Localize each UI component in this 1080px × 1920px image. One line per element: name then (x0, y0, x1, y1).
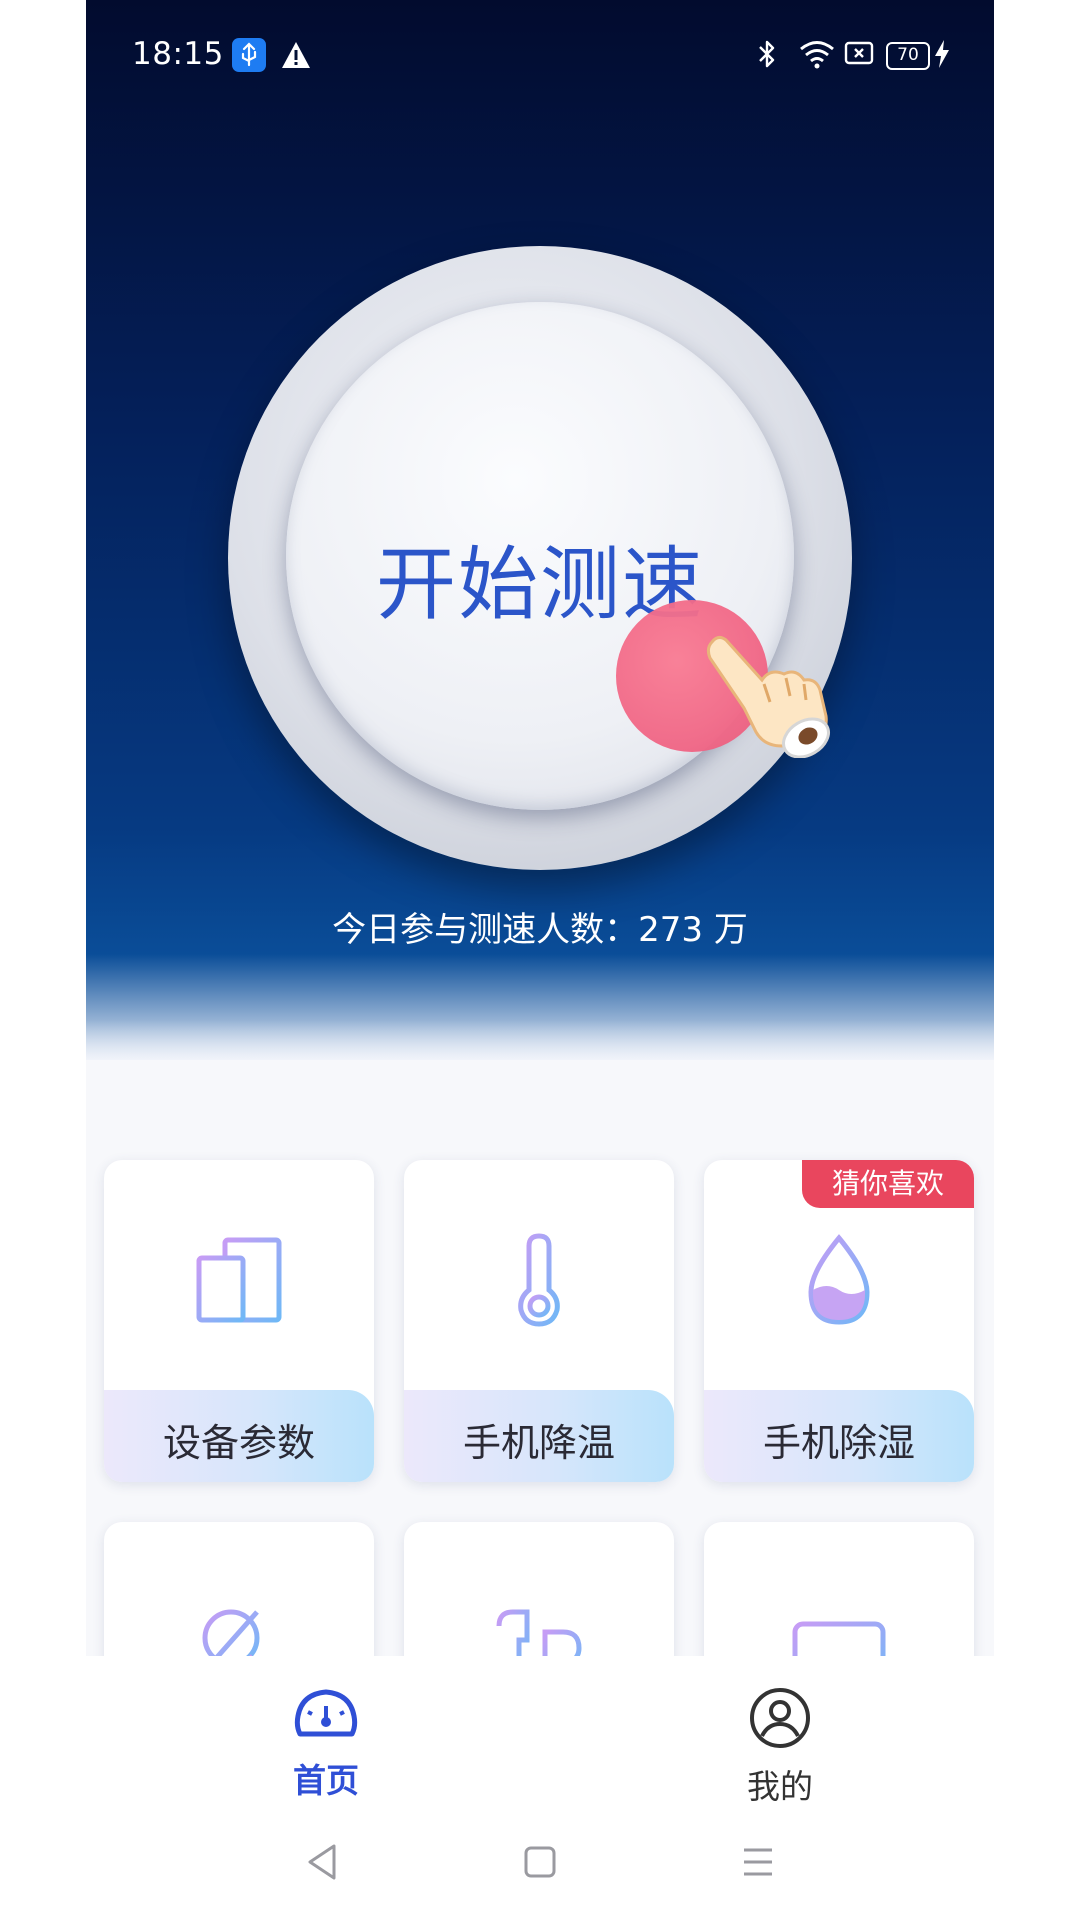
card-footer: 设备参数 (104, 1390, 374, 1482)
left-margin (0, 0, 86, 1920)
bluetooth-icon (756, 38, 778, 74)
status-time: 18:15 (132, 36, 224, 72)
back-icon[interactable] (304, 1842, 340, 1886)
nav-mine[interactable]: 我的 (700, 1686, 860, 1808)
card-label: 手机降温 (462, 1421, 615, 1465)
bottom-navigation: 首页 我的 (86, 1656, 994, 1806)
hero-fade (86, 1020, 994, 1140)
today-participants-text: 今日参与测速人数：273 万 (332, 910, 748, 950)
charging-icon (932, 38, 952, 74)
wifi-icon (798, 38, 836, 74)
home-icon[interactable] (522, 1842, 558, 1886)
feature-card-dehumidify[interactable]: 猜你喜欢 手机除湿 (704, 1160, 974, 1482)
thermometer-icon (491, 1232, 587, 1328)
recommend-badge: 猜你喜欢 (802, 1160, 974, 1208)
warning-icon (280, 40, 312, 74)
nav-mine-label: 我的 (747, 1767, 813, 1806)
speedometer-icon (294, 1689, 358, 1748)
water-drop-icon (791, 1232, 887, 1328)
card-label: 设备参数 (162, 1421, 315, 1465)
card-label: 手机除湿 (762, 1421, 915, 1465)
card-footer: 手机除湿 (704, 1390, 974, 1482)
battery-icon: 70 (886, 42, 930, 70)
pointing-hand-icon (704, 628, 844, 762)
usb-debug-icon (232, 38, 266, 72)
feature-card-device-params[interactable]: 设备参数 (104, 1160, 374, 1482)
system-navigation-bar (86, 1806, 994, 1920)
right-margin (994, 0, 1080, 1920)
status-bar: 18:15 70 (86, 0, 994, 110)
sim-off-icon (844, 40, 874, 70)
card-footer: 手机降温 (404, 1390, 674, 1482)
feature-card-cooling[interactable]: 手机降温 (404, 1160, 674, 1482)
menu-icon[interactable] (740, 1842, 776, 1886)
battery-level: 70 (897, 45, 919, 65)
nav-home[interactable]: 首页 (246, 1686, 406, 1802)
app-screen: 18:15 70 开始测速 今日参与测速人数：273 万 设备参数 手机降温 猜… (86, 0, 994, 1920)
nav-home-label: 首页 (293, 1761, 359, 1800)
profile-icon (748, 1688, 812, 1754)
device-icon (191, 1232, 287, 1328)
